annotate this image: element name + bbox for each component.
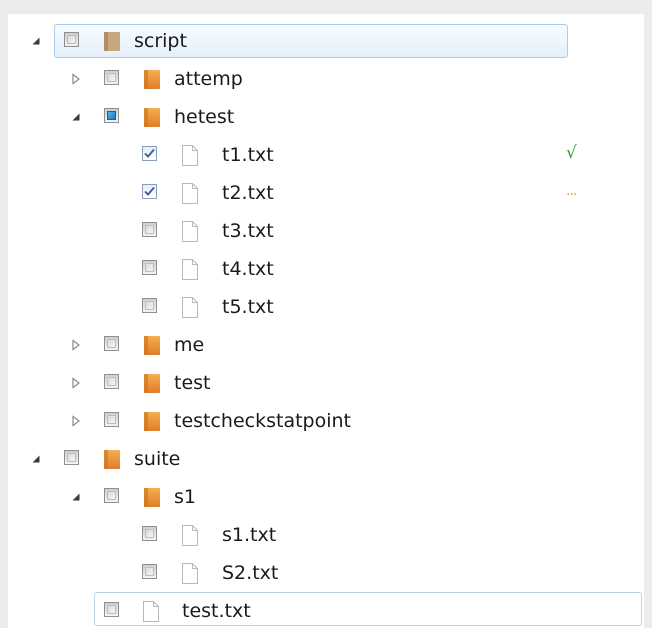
folder-icon: [144, 412, 160, 431]
collapsed-triangle-icon[interactable]: [70, 339, 82, 351]
checkbox-checked[interactable]: [142, 146, 157, 161]
checkbox[interactable]: [104, 374, 119, 389]
collapsed-triangle-icon[interactable]: [70, 415, 82, 427]
tree-node-label: t5.txt: [222, 296, 274, 318]
status-ok-mark: √: [566, 143, 577, 163]
expanded-triangle-icon[interactable]: [70, 111, 82, 123]
tree-node-t2[interactable]: t2.txt ...: [8, 174, 644, 212]
checkbox[interactable]: [142, 260, 157, 275]
checkbox[interactable]: [142, 222, 157, 237]
tree-node-t5[interactable]: t5.txt: [8, 288, 644, 326]
selection-highlight: [54, 24, 568, 58]
tree-node-label: attemp: [174, 68, 243, 90]
collapsed-triangle-icon[interactable]: [70, 377, 82, 389]
folder-icon: [104, 450, 120, 469]
tree-node-label: test.txt: [182, 600, 251, 622]
tree-node-s1[interactable]: s1: [8, 478, 644, 516]
tree-node-test[interactable]: test: [8, 364, 644, 402]
expanded-triangle-icon[interactable]: [30, 453, 42, 465]
file-icon: [182, 563, 198, 584]
tree-node-s2-txt[interactable]: S2.txt: [8, 554, 644, 592]
checkbox[interactable]: [142, 564, 157, 579]
tree-node-label: t2.txt: [222, 182, 274, 204]
folder-icon: [144, 488, 160, 507]
tree-node-attemp[interactable]: attemp: [8, 60, 644, 98]
checkbox[interactable]: [104, 488, 119, 503]
tree-node-suite[interactable]: suite: [8, 440, 644, 478]
tree-node-t3[interactable]: t3.txt: [8, 212, 644, 250]
checkbox-partial[interactable]: [104, 108, 119, 123]
file-icon: [143, 601, 159, 622]
checkbox[interactable]: [104, 602, 119, 617]
file-icon: [182, 183, 198, 204]
expanded-triangle-icon[interactable]: [70, 491, 82, 503]
folder-icon: [144, 70, 160, 89]
folder-icon: [144, 336, 160, 355]
tree-node-label: suite: [134, 448, 181, 470]
checkmark-icon: [144, 186, 155, 196]
tree-node-label: testcheckstatpoint: [174, 410, 352, 432]
checkbox[interactable]: [104, 70, 119, 85]
status-pending-mark: ...: [566, 183, 577, 199]
checkbox-checked[interactable]: [142, 184, 157, 199]
tree-node-label: t1.txt: [222, 144, 274, 166]
tree-node-hetest[interactable]: hetest: [8, 98, 644, 136]
tree-node-t1[interactable]: t1.txt √: [8, 136, 644, 174]
checkbox[interactable]: [142, 526, 157, 541]
tree-node-t4[interactable]: t4.txt: [8, 250, 644, 288]
focus-highlight: [94, 592, 642, 626]
expanded-triangle-icon[interactable]: [30, 35, 42, 47]
checkbox[interactable]: [64, 450, 79, 465]
tree-node-label: t3.txt: [222, 220, 274, 242]
tree-node-label: t4.txt: [222, 258, 274, 280]
tree-node-script[interactable]: script: [8, 22, 644, 60]
checkbox[interactable]: [64, 32, 79, 47]
checkbox[interactable]: [142, 298, 157, 313]
folder-icon: [144, 374, 160, 393]
tree-node-label: me: [174, 334, 205, 356]
tree-node-me[interactable]: me: [8, 326, 644, 364]
file-icon: [182, 259, 198, 280]
folder-icon: [144, 108, 160, 127]
checkbox[interactable]: [104, 412, 119, 427]
file-tree-panel: script attemp hetest t1.txt √ t2.txt ...: [8, 14, 644, 628]
checkmark-icon: [144, 148, 155, 158]
tree-node-label: hetest: [174, 106, 235, 128]
tree-node-test-txt[interactable]: test.txt: [8, 592, 644, 628]
tree-node-label: s1: [174, 486, 196, 508]
tree-node-label: S2.txt: [222, 562, 279, 584]
checkbox[interactable]: [104, 336, 119, 351]
tree-node-label: test: [174, 372, 211, 394]
file-icon: [182, 525, 198, 546]
file-icon: [182, 221, 198, 242]
tree-node-label: script: [134, 30, 187, 52]
folder-icon: [104, 32, 120, 51]
tree-node-s1-txt[interactable]: s1.txt: [8, 516, 644, 554]
file-icon: [182, 145, 198, 166]
tree-node-label: s1.txt: [222, 524, 277, 546]
collapsed-triangle-icon[interactable]: [70, 73, 82, 85]
file-icon: [182, 297, 198, 318]
tree-node-testcheckstatpoint[interactable]: testcheckstatpoint: [8, 402, 644, 440]
